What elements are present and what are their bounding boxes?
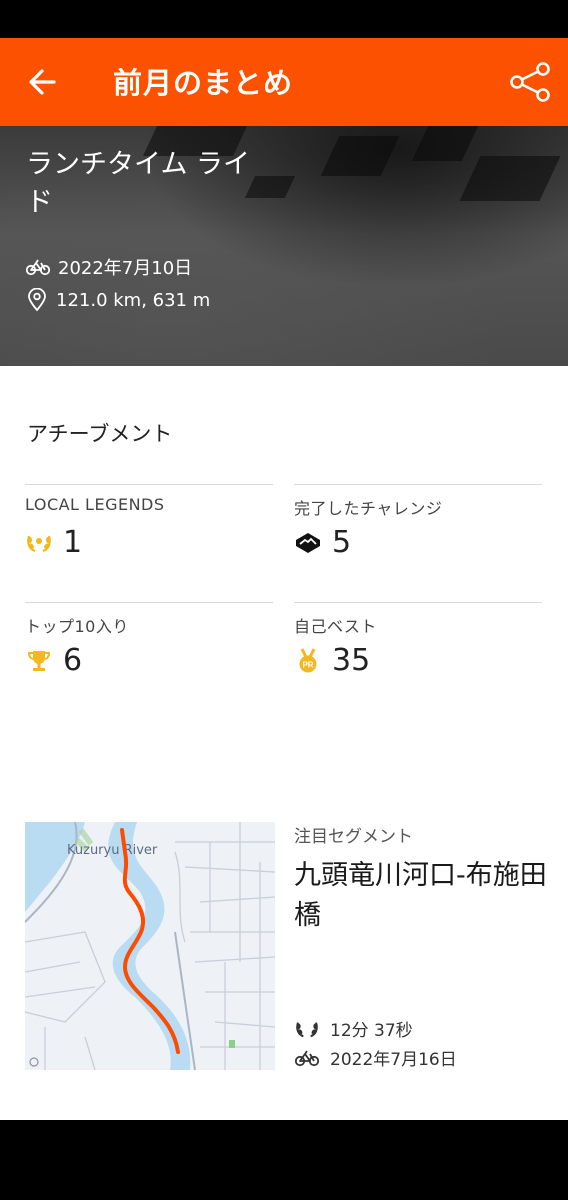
pr-medal-icon: PR	[294, 647, 322, 675]
segment-name[interactable]: 九頭竜川河口-布施田橋	[294, 856, 554, 936]
achievement-personal-best[interactable]: 自己ベスト PR 35	[294, 602, 542, 678]
segment-date: 2022年7月16日	[330, 1050, 457, 1070]
achievement-value: 1	[63, 525, 83, 560]
achievement-label: トップ10入り	[25, 617, 129, 636]
achievement-label: 自己ベスト	[294, 617, 377, 636]
divider	[25, 602, 273, 603]
featured-segment-label: 注目セグメント	[294, 827, 413, 847]
achievement-value: 6	[63, 643, 83, 678]
achievement-top10[interactable]: トップ10入り 6	[25, 602, 273, 678]
achievement-value: 5	[332, 525, 352, 560]
activity-title: ランチタイム ライド	[26, 149, 251, 218]
monthly-summary-content: アチーブメント LOCAL LEGENDS 1 完了したチャレンジ 5 トップ1…	[0, 366, 568, 1120]
arrow-left-icon	[29, 69, 56, 95]
laurel-icon	[296, 1021, 318, 1037]
achievement-label: 完了したチャレンジ	[294, 499, 443, 518]
activity-stats-row: 121.0 km, 631 m	[26, 288, 210, 312]
achievement-value: 35	[332, 643, 371, 678]
back-button[interactable]	[24, 64, 64, 100]
trophy-icon	[25, 647, 53, 675]
app-bar: 前月のまとめ	[0, 38, 568, 126]
achievement-local-legends[interactable]: LOCAL LEGENDS 1	[25, 484, 273, 560]
segment-time-row: 12分 37秒	[294, 1016, 413, 1041]
challenge-icon	[294, 529, 322, 557]
segment-time: 12分 37秒	[330, 1021, 413, 1041]
activity-date: 2022年7月10日	[58, 258, 193, 279]
achievements-heading: アチーブメント	[27, 422, 173, 446]
system-navigation-bar	[0, 1120, 568, 1200]
divider	[294, 484, 542, 485]
activity-date-row: 2022年7月10日	[26, 254, 192, 280]
segment-date-row: 2022年7月16日	[294, 1045, 457, 1070]
share-button[interactable]	[508, 60, 552, 104]
achievement-challenges[interactable]: 完了したチャレンジ 5	[294, 484, 542, 560]
status-bar	[0, 0, 568, 38]
map-river-label: Kuzuryu River	[67, 843, 158, 858]
share-icon	[510, 62, 550, 102]
svg-text:PR: PR	[302, 660, 313, 669]
bicycle-icon	[26, 259, 50, 276]
featured-activity-card[interactable]: ランチタイム ライド 2022年7月10日 121.0 km, 631 m	[0, 126, 568, 366]
divider	[294, 602, 542, 603]
segment-map[interactable]: Kuzuryu River	[25, 822, 275, 1070]
page-title: 前月のまとめ	[113, 66, 294, 100]
location-pin-icon	[28, 288, 46, 312]
laurel-icon	[25, 529, 53, 557]
achievement-label: LOCAL LEGENDS	[25, 495, 165, 514]
divider	[25, 484, 273, 485]
bicycle-icon	[294, 1050, 320, 1066]
activity-stats: 121.0 km, 631 m	[56, 289, 211, 311]
